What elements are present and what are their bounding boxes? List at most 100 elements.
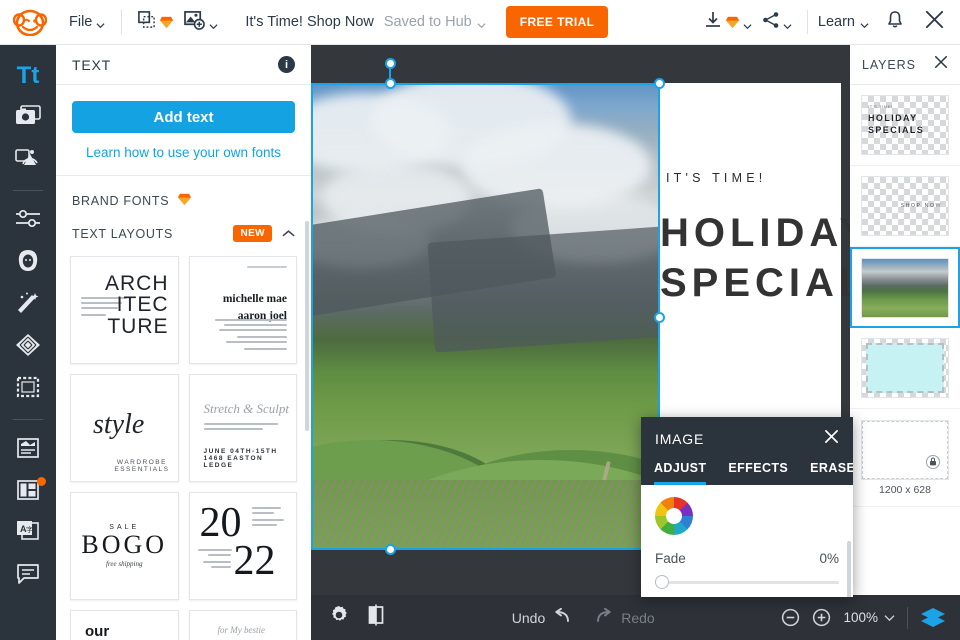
zoom-level-dropdown[interactable]: 100% [843,610,895,625]
rail-item-text[interactable]: Tt [0,55,56,97]
tab-adjust[interactable]: ADJUST [654,461,707,485]
add-text-section: Add text [56,85,311,145]
fade-slider-knob[interactable] [655,575,669,589]
thumb-2022[interactable]: 20 22 [188,492,297,600]
thumb-style[interactable]: style WARDROBE ESSENTIALS [70,374,179,482]
bottom-toolbar: Undo Redo 100% [311,595,960,640]
add-image-button[interactable] [179,6,223,39]
redo-button[interactable]: Redo [596,607,655,627]
thumb-script-card[interactable]: for My bestie [188,610,297,640]
thumb-script-title: for My bestie [217,625,266,635]
redo-label: Redo [621,609,655,626]
add-text-button[interactable]: Add text [72,101,295,133]
close-icon[interactable] [934,55,948,74]
file-menu-label: File [69,14,93,30]
image-popup-tabs: ADJUST EFFECTS ERASE [641,461,853,485]
own-fonts-link[interactable]: Learn how to use your own fonts [56,145,311,175]
tab-effects[interactable]: EFFECTS [728,461,788,485]
layer-text-kicker: IT'S TIME! [868,104,893,109]
saved-status-label: Saved to Hub [383,14,472,30]
layer-item-shape[interactable] [850,328,960,409]
compare-button[interactable] [367,604,385,631]
handle-middle-right[interactable] [654,312,665,323]
undo-button[interactable]: Undo [511,607,570,627]
tab-erase[interactable]: ERASE [810,461,853,485]
file-menu[interactable]: File [63,10,111,34]
text-kicker[interactable]: IT'S TIME! [666,171,766,185]
text-layouts-row[interactable]: TEXT LAYOUTS NEW [56,217,311,250]
header-divider-2 [806,10,808,34]
chevron-up-icon[interactable] [282,227,295,241]
zoom-in-button[interactable] [812,608,831,627]
photo-layer[interactable] [311,83,660,550]
rail-item-textures[interactable] [0,326,56,368]
notifications-button[interactable] [881,6,909,38]
settings-button[interactable] [329,605,349,630]
rail-item-photos[interactable] [0,97,56,139]
layer-item-text-holiday[interactable]: IT'S TIME! HOLIDAY SPECIALS [850,85,960,166]
crop-button[interactable] [132,6,179,38]
thumb-michelle-mae[interactable]: michelle mae aaron joel [188,256,297,364]
rail-item-templates[interactable] [0,429,56,471]
handle-top-center[interactable] [385,78,396,89]
undo-label: Undo [511,609,546,626]
thumb-style-caption: WARDROBE ESSENTIALS [114,459,170,473]
rail-item-feedback[interactable] [0,555,56,597]
rotate-handle[interactable] [385,58,396,69]
bottombar-divider [907,606,908,629]
rail-item-collage[interactable] [0,471,56,513]
layer-item-photo[interactable] [850,247,960,328]
compare-icon [367,604,385,631]
layers-title: LAYERS [862,57,916,72]
lock-icon[interactable] [926,454,940,469]
download-button[interactable] [699,7,757,38]
free-trial-button[interactable]: FREE TRIAL [505,6,609,38]
rail-item-frames[interactable] [0,368,56,410]
new-badge: NEW [233,225,272,242]
rail-item-brand-kit[interactable]: A 字 [0,513,56,555]
info-icon[interactable]: i [278,56,295,73]
layers-toggle-button[interactable] [920,607,946,629]
close-editor-button[interactable] [919,5,950,39]
brand-fonts-row[interactable]: BRAND FONTS [56,184,311,217]
image-popup-scrollbar[interactable] [847,541,851,597]
undo-arrow-icon [552,607,570,627]
handle-bottom-center[interactable] [385,544,396,555]
text-headline[interactable]: HOLIDAY SPECIALS [660,208,850,308]
zoom-out-button[interactable] [781,608,800,627]
thumb-our[interactable]: our [70,610,179,640]
text-layout-thumbnails: ARCH ITEC TURE michelle mae aaron joel styl… [56,250,311,640]
saved-status[interactable]: Saved to Hub [384,14,486,30]
panel-scrollbar[interactable] [305,221,309,431]
thumb-architecture[interactable]: ARCH ITEC TURE [70,256,179,364]
image-popup-header: IMAGE [641,417,853,461]
photo-foreground [311,480,660,550]
layer-item-text-shop-now[interactable]: SHOP NOW [850,166,960,247]
chevron-down-icon [884,610,895,625]
share-button[interactable] [757,7,797,38]
crop-icon [137,10,156,34]
rail-divider-2 [13,419,43,420]
rail-item-graphics[interactable] [0,139,56,181]
layer-item-background[interactable]: 1200 x 628 [850,409,960,507]
layer-thumbnail [861,257,949,318]
close-icon[interactable] [824,429,839,449]
thumb-bogo[interactable]: SALE BOGO free shipping [70,492,179,600]
gear-icon [329,605,349,630]
thumb-2022-lines-mid [197,549,232,571]
gem-icon [177,193,192,209]
fade-slider[interactable] [655,575,839,589]
thumb-2022-lines-top [252,507,288,529]
graphics-icon [15,147,41,174]
color-wheel-icon[interactable] [655,497,693,535]
handle-top-right[interactable] [654,78,665,89]
thumb-stretch-sculpt[interactable]: Stretch & Sculpt JUNE 04TH-15TH 1468 EAST… [188,374,297,482]
rail-item-touch-up[interactable] [0,242,56,284]
rail-item-adjust[interactable] [0,200,56,242]
undo-redo-group: Undo Redo [511,607,655,627]
rail-item-effects[interactable] [0,284,56,326]
monkey-logo-icon[interactable] [11,7,49,37]
learn-menu[interactable]: Learn [818,14,869,30]
thumb-style-title: style [93,409,145,440]
document-title[interactable]: It's Time! Shop Now [245,14,373,30]
